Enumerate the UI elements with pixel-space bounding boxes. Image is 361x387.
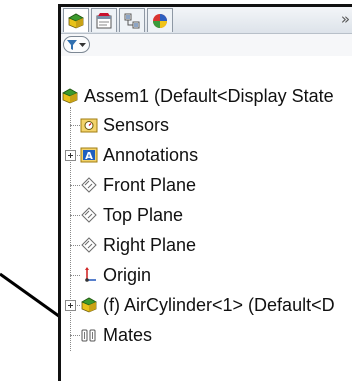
propertymanager-tab-icon <box>96 12 112 28</box>
featuremanager-tab-icon <box>68 13 84 28</box>
tree-item-label: Sensors <box>103 115 170 135</box>
manager-tab-bar: » <box>61 7 352 34</box>
tree-item-mates[interactable]: Mates <box>80 320 152 350</box>
tree-branch-line <box>70 125 80 126</box>
featuremanager-panel: » Assem1 (Default<Display State Sensors … <box>58 4 352 381</box>
tree-item-root-assembly[interactable]: Assem1 (Default<Display State <box>61 81 334 111</box>
tree-item-top-plane[interactable]: Top Plane <box>80 200 183 230</box>
tree-item-label: Mates <box>103 325 153 345</box>
tree-item-label: Right Plane <box>103 235 197 255</box>
tree-item-label: Assem1 (Default<Display State <box>84 86 334 106</box>
sensors-folder-icon <box>80 118 98 133</box>
tree-guide-line <box>70 107 71 351</box>
tree-item-front-plane[interactable]: Front Plane <box>80 170 196 200</box>
origin-icon <box>85 267 96 282</box>
svg-text:A: A <box>85 151 93 162</box>
tree-branch-line <box>70 215 80 216</box>
plane-icon <box>81 237 97 253</box>
tree-item-label: Origin <box>103 265 152 285</box>
tree-branch-line <box>70 245 80 246</box>
tree-item-aircylinder[interactable]: (f) AirCylinder<1> (Default<D <box>80 290 335 320</box>
tree-branch-line <box>70 275 80 276</box>
filter-icon <box>67 39 77 50</box>
tree-item-annotations[interactable]: A Annotations <box>80 140 198 170</box>
component-icon <box>81 297 97 313</box>
annotations-icon: A <box>80 147 98 163</box>
displaymanager-tab-icon <box>153 13 167 28</box>
tree-item-label: Top Plane <box>103 205 184 225</box>
plane-icon <box>81 177 97 193</box>
plane-icon <box>81 207 97 223</box>
filter-bar <box>61 34 352 56</box>
assembly-icon <box>62 88 78 104</box>
tree-item-origin[interactable]: Origin <box>80 260 151 290</box>
tab-displaymanager[interactable] <box>147 8 173 32</box>
more-tabs-chevron[interactable]: » <box>341 10 350 28</box>
tree-branch-line <box>70 185 80 186</box>
expand-toggle-annotations[interactable] <box>65 150 76 161</box>
tree-item-sensors[interactable]: Sensors <box>80 110 169 140</box>
tree-branch-line <box>70 335 80 336</box>
filter-button[interactable] <box>63 36 90 53</box>
tab-propertymanager[interactable] <box>91 8 117 32</box>
tree-item-label: (f) AirCylinder<1> (Default<D <box>103 295 335 315</box>
mates-icon <box>81 329 96 342</box>
configurationmanager-tab-icon <box>124 13 140 28</box>
expand-toggle-component[interactable] <box>65 300 76 311</box>
tab-featuremanager[interactable] <box>63 8 89 32</box>
tree-item-label: Front Plane <box>103 175 197 195</box>
chevron-down-icon <box>79 43 86 47</box>
tab-configurationmanager[interactable] <box>119 8 145 32</box>
tree-item-label: Annotations <box>103 145 199 165</box>
tree-item-right-plane[interactable]: Right Plane <box>80 230 196 260</box>
